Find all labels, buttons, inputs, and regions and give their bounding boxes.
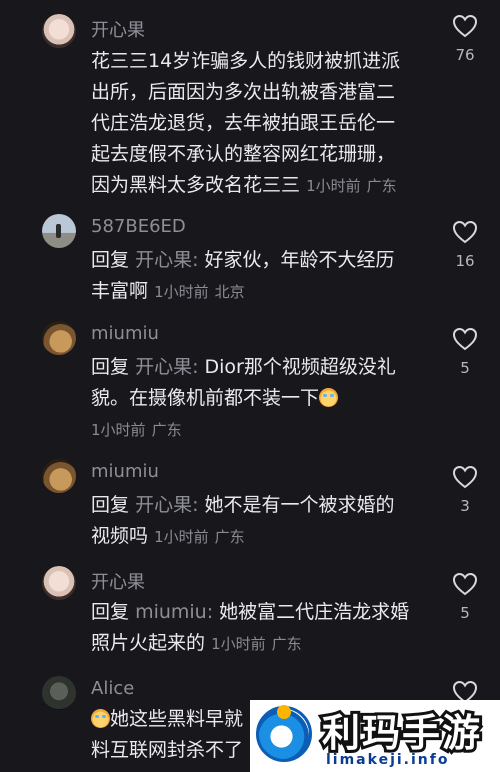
- like-button[interactable]: 5: [448, 327, 482, 377]
- like-count: 76: [455, 46, 475, 64]
- comment-text: 回复 开心果: 好家伙，年龄不大经历 丰富啊 1小时前 北京: [91, 249, 395, 302]
- comment-time: 1小时前: [154, 283, 209, 301]
- comment-username[interactable]: 开心果: [91, 16, 145, 42]
- like-count: 16: [455, 252, 475, 270]
- comment-username[interactable]: miumiu: [91, 323, 159, 344]
- comment-location: 广东: [271, 635, 302, 653]
- comment-username[interactable]: 开心果: [91, 568, 145, 594]
- heart-outline-icon: [452, 14, 478, 38]
- heart-outline-icon: [452, 327, 478, 351]
- like-button[interactable]: 76: [448, 14, 482, 64]
- like-button[interactable]: 3: [448, 465, 482, 515]
- watermark-logo: 利玛手游 limakeji.info: [250, 700, 500, 772]
- like-count: 5: [460, 604, 470, 622]
- comment-username[interactable]: 587BE6ED: [91, 216, 186, 237]
- crying-emoji-icon: [319, 388, 339, 407]
- comment-location: 广东: [366, 177, 397, 195]
- watermark-url: limakeji.info: [326, 752, 450, 768]
- avatar[interactable]: [42, 321, 76, 355]
- reply-target[interactable]: 开心果:: [135, 249, 198, 271]
- avatar[interactable]: [42, 566, 76, 600]
- comment-text: 回复 开心果: 她不是有一个被求婚的 视频吗 1小时前 广东: [91, 494, 395, 547]
- watermark-title: 利玛手游: [319, 708, 483, 758]
- like-count: 5: [460, 359, 470, 377]
- comment-time: 1小时前: [91, 421, 146, 439]
- comment-username[interactable]: miumiu: [91, 461, 159, 482]
- comment-text: 回复 开心果: Dior那个视频超级没礼 貌。在摄像机前都不装一下 1小时前 广…: [91, 356, 396, 439]
- comment-location: 北京: [214, 283, 245, 301]
- crying-emoji-icon: [91, 709, 110, 728]
- like-button[interactable]: 16: [448, 220, 482, 270]
- like-count: 3: [460, 497, 470, 515]
- heart-outline-icon: [452, 220, 478, 244]
- reply-target[interactable]: 开心果:: [135, 494, 198, 516]
- comment-time: 1小时前: [306, 177, 361, 195]
- comment-text: 花三三14岁诈骗多人的钱财被抓进派 出所，后面因为多次出轨被香港富二 代庄浩龙退…: [91, 50, 401, 196]
- like-button[interactable]: 5: [448, 572, 482, 622]
- comment-location: 广东: [151, 421, 182, 439]
- comment-time: 1小时前: [211, 635, 266, 653]
- brand-logo-icon: [256, 705, 312, 762]
- comment-location: 广东: [214, 528, 245, 546]
- avatar[interactable]: [42, 676, 76, 710]
- comment-text: 回复 miumiu: 她被富二代庄浩龙求婚 照片火起来的 1小时前 广东: [91, 601, 410, 654]
- avatar[interactable]: [42, 459, 76, 493]
- reply-target[interactable]: 开心果:: [135, 356, 198, 378]
- heart-outline-icon: [452, 465, 478, 489]
- reply-target[interactable]: miumiu:: [135, 601, 213, 623]
- avatar[interactable]: [42, 14, 76, 48]
- comment-username[interactable]: Alice: [91, 678, 134, 699]
- heart-outline-icon: [452, 572, 478, 596]
- avatar[interactable]: [42, 214, 76, 248]
- comment-time: 1小时前: [154, 528, 209, 546]
